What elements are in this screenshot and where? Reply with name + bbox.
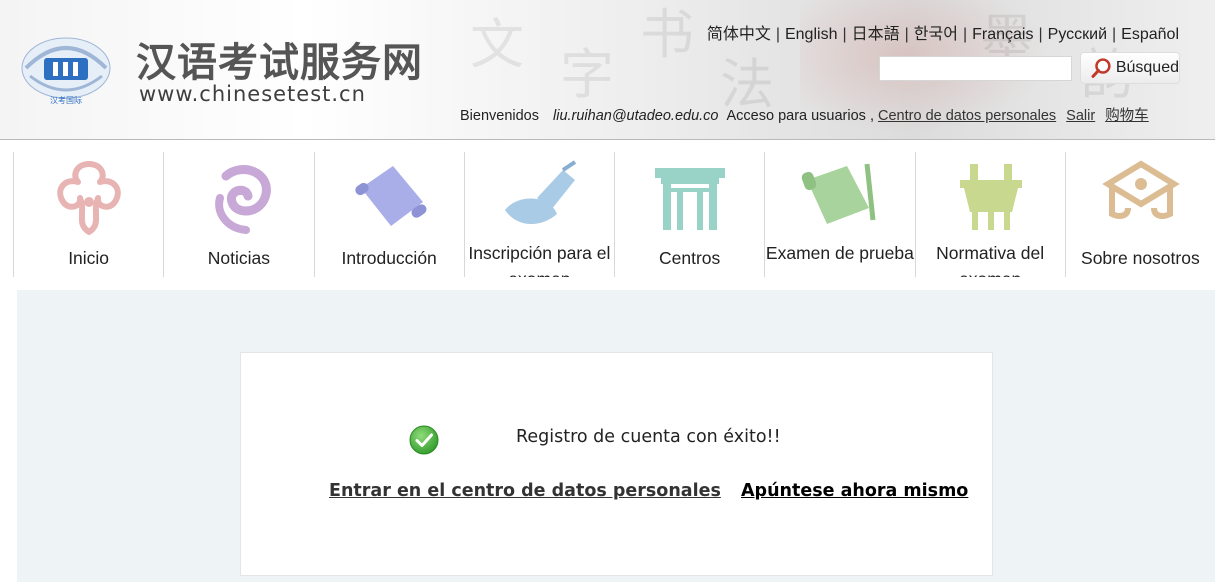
nav-item-sobre-nosotros[interactable]: Sobre nosotros: [1064, 152, 1215, 277]
archway-icon: [655, 168, 725, 230]
main-nav: Inicio Noticias Introducción Inscripción…: [13, 152, 1215, 277]
success-card: Registro de cuenta con éxito!! Entrar en…: [240, 352, 993, 576]
divider: |: [775, 26, 780, 43]
swirl-cloud-icon: [215, 165, 271, 234]
success-message: Registro de cuenta con éxito!!: [516, 427, 781, 447]
ruyi-cloud-icon: [57, 161, 121, 235]
personal-center-entry-link[interactable]: Entrar en el centro de datos personales: [329, 481, 721, 501]
nav-item-inicio[interactable]: Inicio: [13, 152, 163, 277]
site-logo-title[interactable]: 汉语考试服务网: [136, 30, 423, 88]
lang-link-ja[interactable]: 日本語: [852, 26, 900, 43]
divider: |: [1112, 26, 1117, 43]
nav-item-label: Introducción: [341, 248, 437, 268]
brush-scroll-icon: [504, 160, 576, 225]
nav-item-normativa[interactable]: Normativa del examen: [914, 152, 1065, 277]
lang-link-ru[interactable]: Русский: [1048, 26, 1107, 43]
check-circle-icon: [409, 425, 439, 455]
user-email: liu.ruihan@utadeo.edu.co: [553, 108, 719, 124]
lang-link-es[interactable]: Español: [1121, 26, 1179, 43]
nav-item-label: Sobre nosotros: [1081, 248, 1200, 268]
nav-item-centros[interactable]: Centros: [614, 152, 764, 277]
lang-link-fr[interactable]: Français: [972, 26, 1033, 43]
lang-link-ko[interactable]: 한국어: [914, 26, 958, 43]
divider: |: [962, 26, 968, 43]
ding-vessel-icon: [959, 164, 1022, 230]
nav-item-introduccion[interactable]: Introducción: [313, 152, 464, 277]
nav-item-inscripcion[interactable]: Inscripción para el examen: [463, 152, 614, 277]
nav-item-label: Noticias: [207, 248, 270, 268]
search-input[interactable]: [879, 56, 1072, 81]
calligraphy-decoration: 书: [640, 3, 694, 66]
search-icon: [1091, 58, 1111, 78]
logo-badge-text: 汉考国际: [50, 96, 82, 105]
hanban-logo-icon[interactable]: 汉考国际: [20, 34, 112, 106]
welcome-text: Bienvenidos: [460, 108, 539, 124]
search-button-label: Búsqued: [1115, 59, 1179, 76]
divider: |: [1038, 26, 1043, 43]
nav-item-label: Examen de prueba: [765, 243, 914, 263]
site-logo-url: www.chinesetest.cn: [139, 82, 366, 106]
personal-center-link[interactable]: Centro de datos personales: [878, 108, 1056, 124]
nav-item-label: Inicio: [68, 248, 110, 268]
logout-link[interactable]: Salir: [1066, 108, 1095, 124]
divider: |: [904, 26, 909, 43]
site-header: 文 字 书 法 墨 韵 汉考国际 汉语考试服务网 www.chinesetest…: [0, 0, 1215, 140]
divider: |: [842, 26, 847, 43]
scroll-icon: [354, 166, 426, 226]
main-content: Registro de cuenta con éxito!! Entrar en…: [17, 290, 1215, 582]
access-text: Acceso para usuarios ,: [726, 108, 874, 124]
enroll-now-link[interactable]: Apúntese ahora mismo: [741, 481, 968, 501]
language-switcher: 简体中文 | English | 日本語 | 한국어 | Français | Русский | Es…: [707, 20, 1179, 44]
lang-link-zh[interactable]: 简体中文: [707, 26, 771, 43]
nav-item-label: Inscripción para el examen: [468, 243, 611, 277]
nav-item-noticias[interactable]: Noticias: [163, 152, 313, 277]
calligraphy-decoration: 字: [560, 43, 614, 106]
user-bar: Bienvenidos liu.ruihan@utadeo.edu.co Acces…: [460, 104, 1149, 125]
cart-link[interactable]: 购物车: [1105, 108, 1149, 124]
open-scroll-icon: [801, 163, 876, 224]
nav-item-label: Centros: [658, 248, 721, 268]
seal-box-icon: [1101, 160, 1180, 219]
lang-link-en[interactable]: English: [785, 26, 837, 43]
nav-item-label: Normativa del examen: [936, 243, 1045, 277]
nav-item-examen-prueba[interactable]: Examen de prueba: [764, 152, 914, 277]
search-button[interactable]: Búsqued: [1080, 52, 1180, 84]
calligraphy-decoration: 文: [470, 13, 524, 76]
